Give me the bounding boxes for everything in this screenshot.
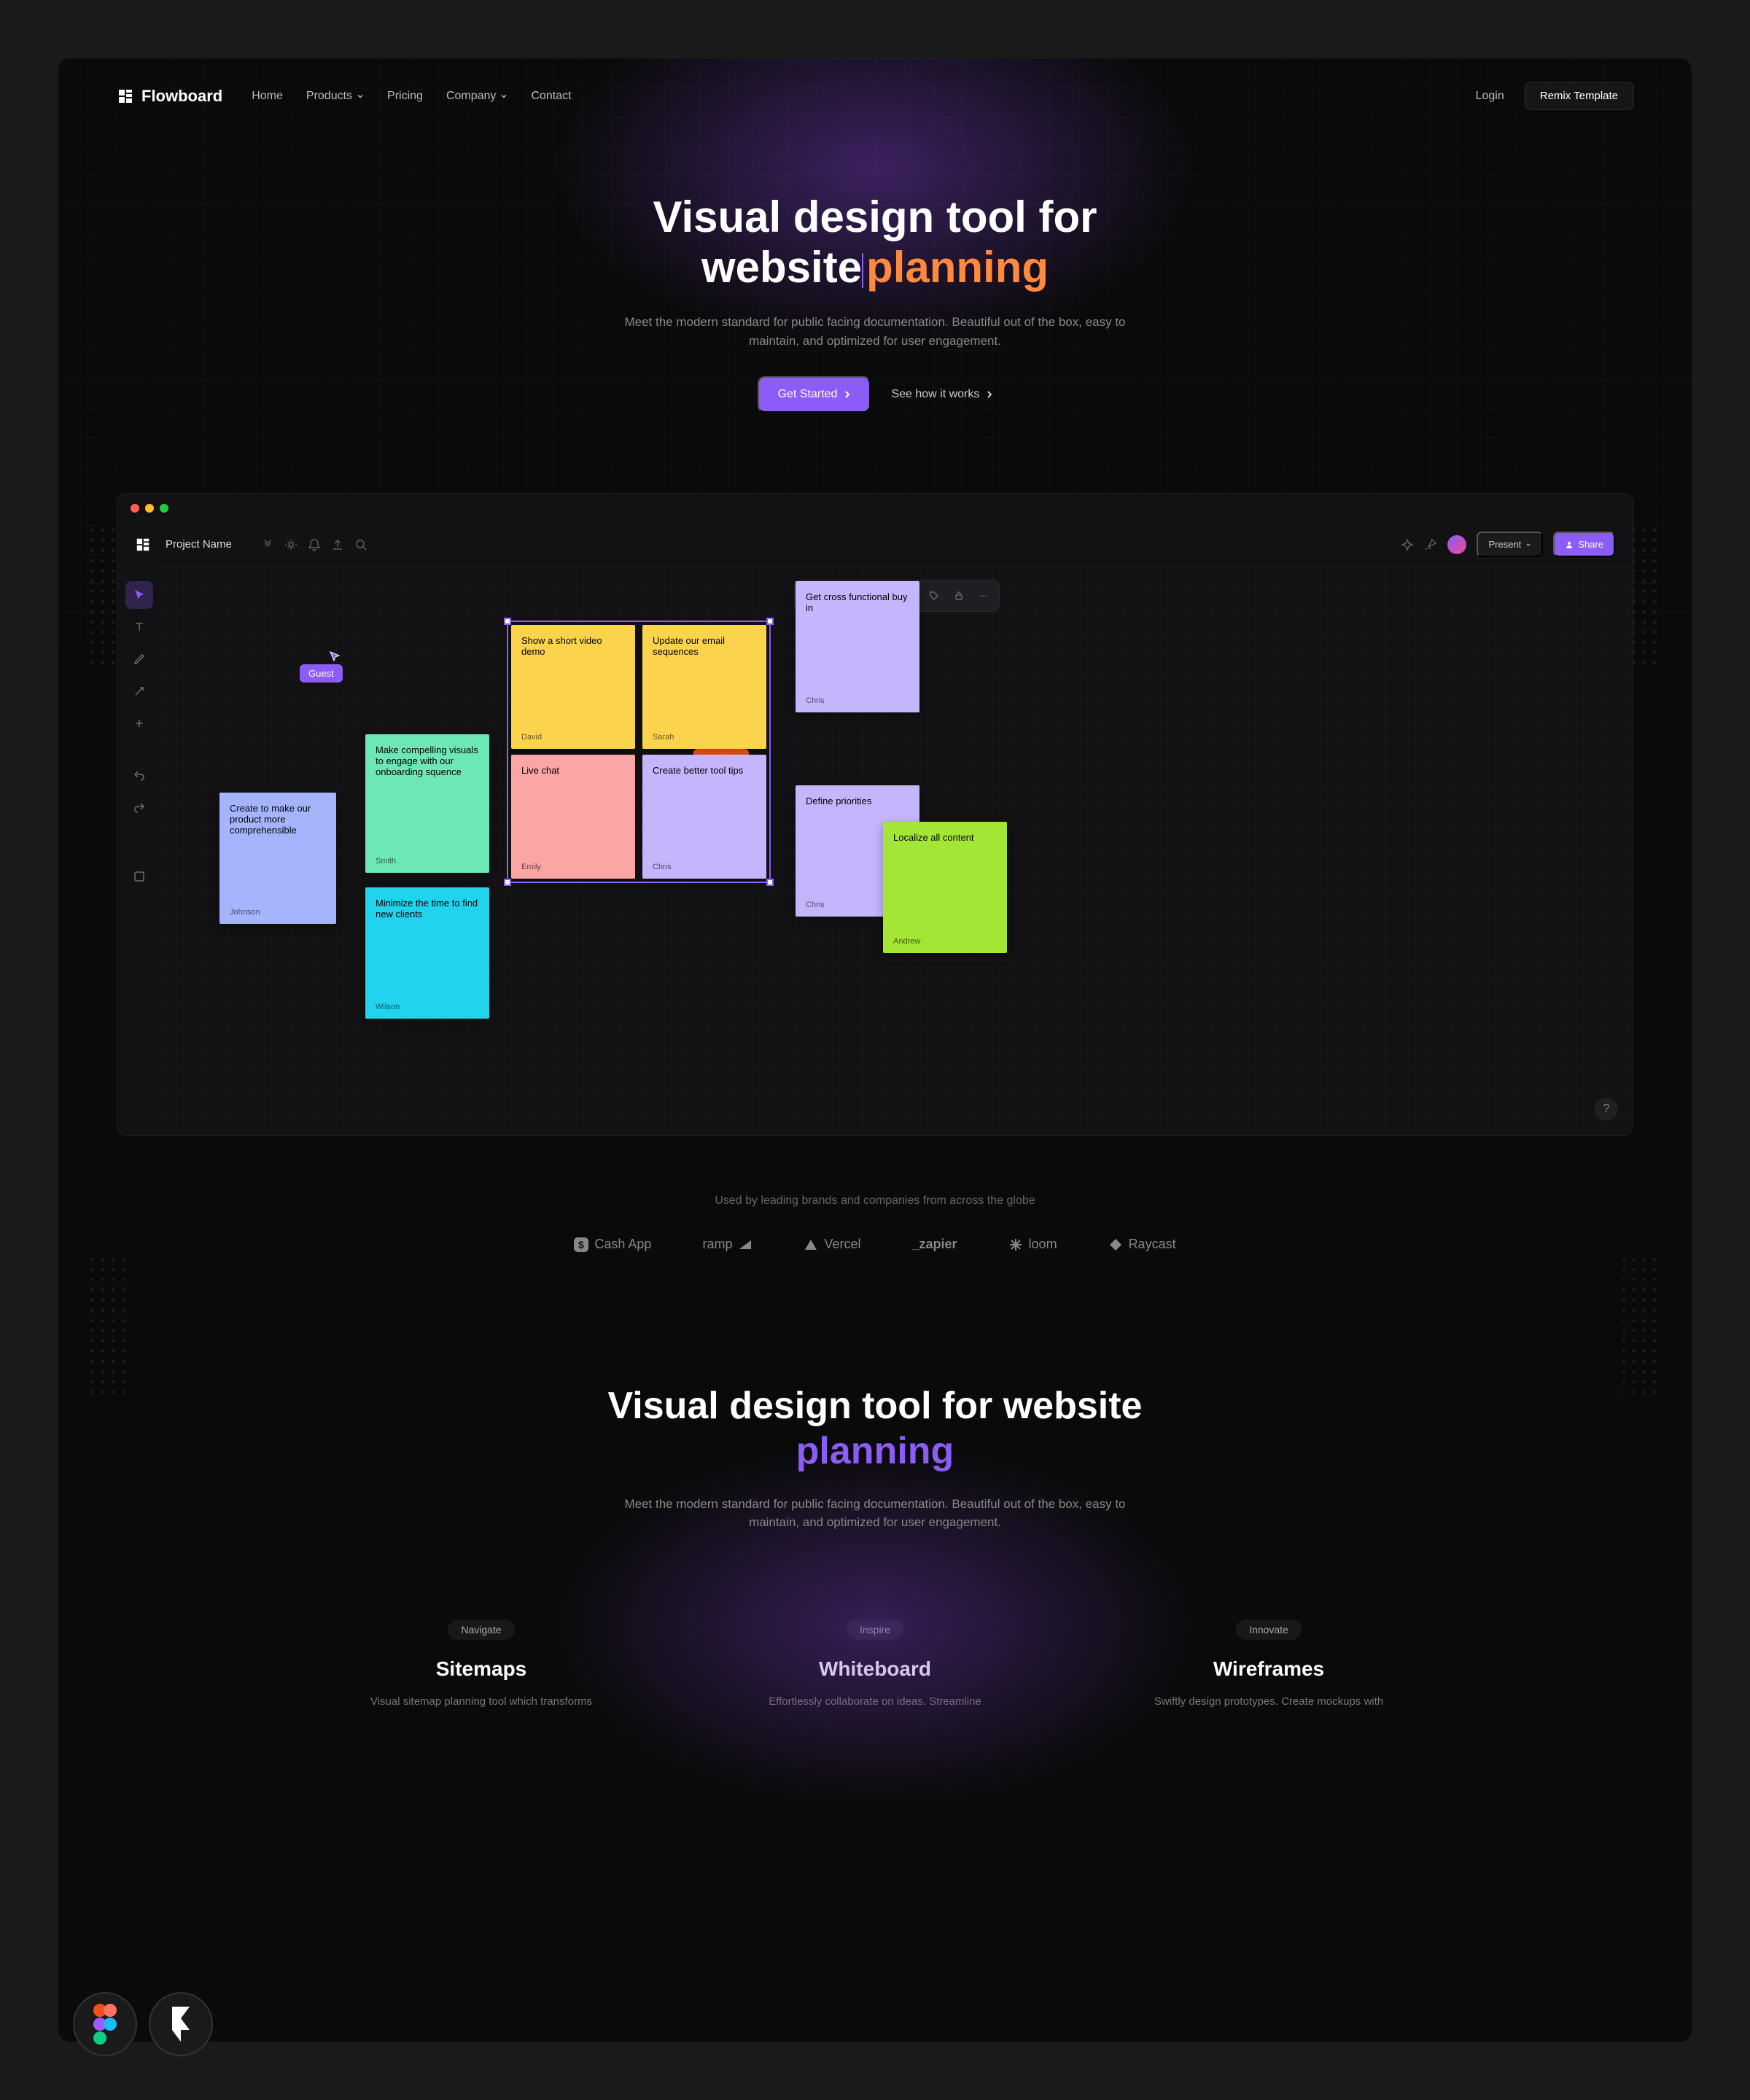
undo-tool[interactable] (125, 761, 153, 788)
ft-lock-icon[interactable] (948, 585, 970, 607)
chevron-down-icon (1525, 542, 1531, 548)
feature-desc: Visual sitemap planning tool which trans… (306, 1694, 656, 1711)
feature-whiteboard: Inspire Whiteboard Effortlessly collabor… (700, 1619, 1050, 1711)
nav-pricing[interactable]: Pricing (387, 90, 423, 103)
hero-subtitle: Meet the modern standard for public faci… (620, 313, 1130, 350)
canvas[interactable]: Guest Designer Create to make our produc… (161, 567, 1633, 1135)
sticky-note[interactable]: Localize all contentAndrew (883, 822, 1007, 953)
logo-icon (117, 88, 134, 105)
cashapp-icon: $ (574, 1237, 588, 1252)
selection-box[interactable] (507, 621, 771, 883)
login-link[interactable]: Login (1476, 90, 1504, 103)
layers-tool[interactable] (125, 863, 153, 890)
search-icon[interactable] (354, 538, 368, 551)
brand-name: Flowboard (141, 87, 222, 106)
brand-vercel: Vercel (804, 1237, 860, 1252)
arrow-tool[interactable] (125, 677, 153, 705)
feature-pill: Innovate (1236, 1619, 1302, 1640)
cursor-tool[interactable] (125, 581, 153, 609)
close-dot[interactable] (131, 504, 139, 513)
add-tool[interactable] (125, 709, 153, 737)
brands-section: Used by leading brands and companies fro… (58, 1136, 1692, 1310)
feature-sitemaps: Navigate Sitemaps Visual sitemap plannin… (306, 1619, 656, 1711)
remix-template-button[interactable]: Remix Template (1525, 82, 1633, 110)
feature-pill: Inspire (847, 1619, 903, 1640)
ft-more-icon[interactable] (973, 585, 995, 607)
brand-raycast: Raycast (1108, 1237, 1176, 1252)
user-icon (1565, 540, 1574, 549)
share-button[interactable]: Share (1553, 532, 1615, 557)
gear-icon[interactable] (284, 538, 298, 551)
brands-title: Used by leading brands and companies fro… (88, 1194, 1662, 1208)
nav-company[interactable]: Company (446, 90, 508, 103)
nav-home[interactable]: Home (252, 90, 283, 103)
raycast-icon (1108, 1237, 1123, 1252)
maximize-dot[interactable] (160, 504, 168, 513)
nav-products[interactable]: Products (306, 90, 364, 103)
window-traffic-lights (117, 494, 1633, 523)
hero-title: Visual design tool for websiteplanning (88, 192, 1662, 292)
brand-loom: loom (1008, 1237, 1057, 1252)
get-started-button[interactable]: Get Started (758, 376, 871, 413)
feature-pill: Navigate (448, 1619, 514, 1640)
feature-desc: Effortlessly collaborate on ideas. Strea… (700, 1694, 1050, 1711)
app-toolbar: Project Name Present Share (117, 523, 1633, 567)
sticky-note[interactable]: Make compelling visuals to engage with o… (365, 734, 489, 873)
chevron-right-icon (987, 390, 992, 399)
section2-title: Visual design tool for website planning (88, 1383, 1662, 1474)
svg-text:$: $ (578, 1239, 584, 1251)
pen-tool[interactable] (125, 645, 153, 673)
framer-icon[interactable] (149, 1992, 213, 2056)
text-tool[interactable] (125, 613, 153, 641)
hero: Visual design tool for websiteplanning M… (58, 133, 1692, 456)
project-name[interactable]: Project Name (166, 538, 232, 551)
rocket-icon[interactable] (1424, 538, 1437, 551)
chevron-down-icon (500, 93, 508, 100)
redo-tool[interactable] (125, 793, 153, 820)
chevron-right-icon (844, 390, 850, 399)
ramp-icon (738, 1239, 752, 1251)
section2-subtitle: Meet the modern standard for public faci… (620, 1495, 1130, 1532)
see-how-link[interactable]: See how it works (891, 388, 992, 401)
section-2: Visual design tool for website planning … (58, 1310, 1692, 1576)
avatar[interactable] (1447, 535, 1466, 554)
nav-contact[interactable]: Contact (531, 90, 571, 103)
brand-cashapp: $Cash App (574, 1237, 651, 1252)
ft-tag-icon[interactable] (923, 585, 945, 607)
chevron-down-icon (357, 93, 364, 100)
feature-wireframes: Innovate Wireframes Swiftly design proto… (1094, 1619, 1444, 1711)
feature-desc: Swiftly design prototypes. Create mockup… (1094, 1694, 1444, 1711)
minimize-dot[interactable] (145, 504, 154, 513)
expand-icon[interactable] (261, 538, 274, 551)
sparkle-icon[interactable] (1401, 538, 1414, 551)
loom-icon (1008, 1237, 1023, 1252)
sticky-note[interactable]: Create to make our product more comprehe… (219, 793, 336, 924)
feature-title: Wireframes (1094, 1657, 1444, 1681)
app-preview-window: Project Name Present Share (117, 493, 1633, 1136)
vercel-icon (804, 1238, 818, 1251)
brand-zapier: _zapier (912, 1237, 957, 1252)
features-row: Navigate Sitemaps Visual sitemap plannin… (146, 1576, 1604, 1754)
guest-cursor-icon (329, 650, 341, 662)
bell-icon[interactable] (308, 538, 321, 551)
brand-ramp: ramp (702, 1237, 752, 1252)
sticky-note[interactable]: Get cross functional buy inChris (796, 581, 919, 712)
logo[interactable]: Flowboard (117, 87, 222, 106)
app-logo-icon[interactable] (135, 537, 151, 553)
present-button[interactable]: Present (1477, 532, 1543, 557)
upload-icon[interactable] (331, 538, 344, 551)
side-toolbar (117, 567, 161, 1135)
sticky-note[interactable]: Minimize the time to find new clientsWil… (365, 887, 489, 1019)
figma-icon[interactable] (73, 1992, 137, 2056)
help-button[interactable]: ? (1595, 1097, 1618, 1121)
feature-title: Sitemaps (306, 1657, 656, 1681)
main-nav: Flowboard Home Products Pricing Company … (58, 58, 1692, 133)
guest-cursor-label: Guest (300, 664, 343, 682)
feature-title: Whiteboard (700, 1657, 1050, 1681)
floating-app-icons (73, 1992, 213, 2056)
